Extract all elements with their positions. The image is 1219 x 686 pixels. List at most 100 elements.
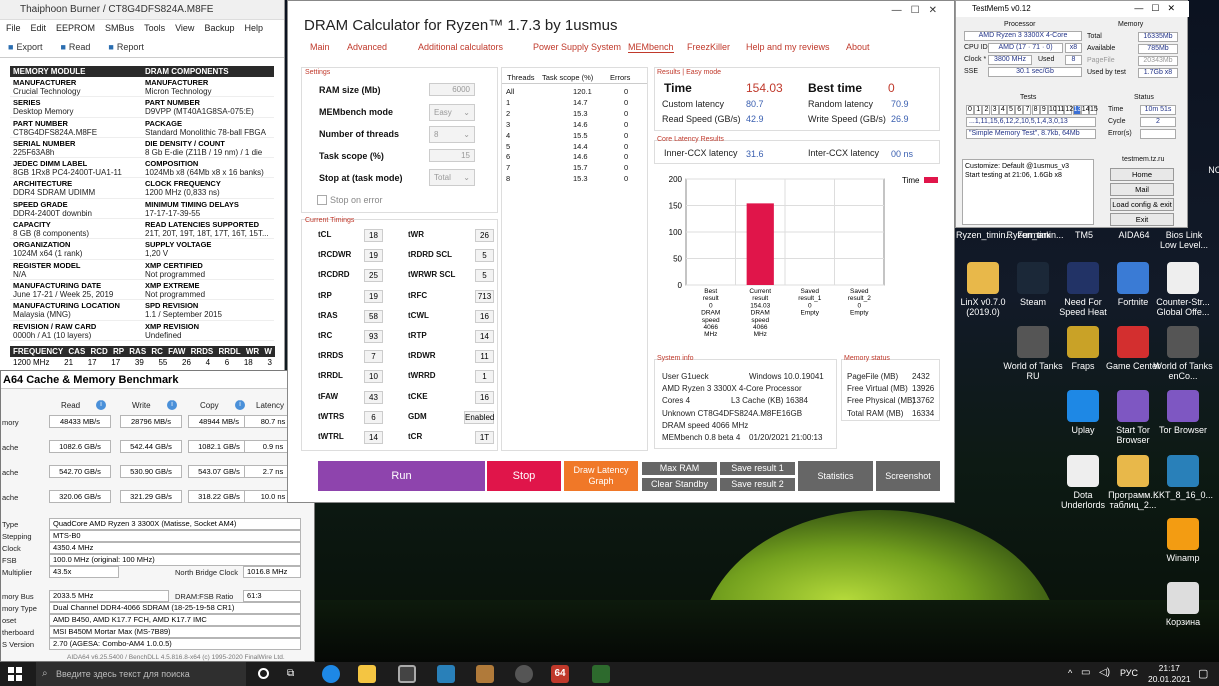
- y-tick-label: 0: [678, 281, 683, 290]
- spd-field-label: SERIAL NUMBER: [13, 138, 76, 148]
- thaiphoon-titlebar[interactable]: Thaiphoon Burner / CT8G4DFS824A.M8FE: [0, 0, 284, 20]
- cpuid-field: AMD (17 · 71 · 0): [988, 43, 1063, 53]
- ram-size-input[interactable]: 6000: [429, 83, 475, 96]
- stop-button[interactable]: Stop: [487, 461, 561, 491]
- network-icon[interactable]: ▭: [1081, 667, 1090, 678]
- aida64-taskbar-icon[interactable]: 64: [551, 665, 569, 683]
- clock[interactable]: 21:17 20.01.2021: [1148, 663, 1191, 685]
- spd-field-label: SERIES: [13, 98, 41, 108]
- freq-value-cell: 17: [111, 358, 121, 367]
- windows-start-icon[interactable]: [8, 667, 22, 681]
- menu-item-backup[interactable]: Backup: [204, 20, 234, 36]
- save-result-2-button[interactable]: Save result 2: [720, 478, 795, 491]
- test-cell: 7: [1023, 105, 1032, 115]
- report-button[interactable]: ■ Report: [108, 36, 143, 57]
- window-controls[interactable]: —☐✕: [1134, 3, 1183, 14]
- menu-item-help[interactable]: Help: [244, 20, 263, 36]
- available-field: 785Mb: [1138, 44, 1178, 54]
- desktop-shortcut[interactable]: Winamp: [1152, 518, 1214, 563]
- desktop-shortcut[interactable]: Корзина: [1152, 582, 1214, 627]
- menu-item-view[interactable]: View: [175, 20, 194, 36]
- read-button[interactable]: ■ Read: [60, 36, 90, 57]
- mode-select[interactable]: Easy ⌄: [429, 104, 475, 121]
- tray-chevron-icon[interactable]: ^: [1068, 668, 1072, 678]
- scope-input[interactable]: 15: [429, 149, 475, 162]
- menu-item-tools[interactable]: Tools: [144, 20, 165, 36]
- max-ram-button[interactable]: Max RAM: [642, 462, 717, 475]
- tab-about[interactable]: About: [846, 42, 870, 52]
- home-button[interactable]: Home: [1110, 168, 1174, 181]
- freq-value-cell: 1200 MHz: [13, 358, 50, 367]
- notifications-icon[interactable]: ▢: [1198, 667, 1208, 680]
- spd-field-value: Desktop Memory: [13, 107, 74, 117]
- thread-scope: 14.6: [573, 119, 588, 129]
- info-icon[interactable]: i: [96, 400, 106, 410]
- save-result-1-button[interactable]: Save result 1: [720, 462, 795, 475]
- window-controls[interactable]: —☐✕: [892, 5, 946, 16]
- timing-value: 16: [475, 309, 494, 323]
- tab-additional-calculators[interactable]: Additional calculators: [418, 42, 503, 52]
- mail-icon[interactable]: [437, 665, 455, 683]
- search-icon: ⌕: [42, 668, 48, 679]
- desktop-shortcut[interactable]: World of Tanks enCo...: [1152, 326, 1214, 381]
- menu-item-smbus[interactable]: SMBus: [105, 20, 134, 36]
- folder-icon: [967, 262, 999, 294]
- stop-at-select[interactable]: Total ⌄: [429, 169, 475, 186]
- desktop-shortcut[interactable]: KKT_8_16_0...: [1152, 455, 1214, 500]
- info-icon[interactable]: i: [235, 400, 245, 410]
- exit-button[interactable]: Exit: [1110, 213, 1174, 226]
- thread-id: 7: [506, 163, 511, 173]
- spd-field-label: SUPPLY VOLTAGE: [145, 240, 212, 250]
- inner-ccx-value: 31.6: [746, 149, 764, 159]
- load-config-exit-button[interactable]: Load config & exit: [1110, 198, 1174, 211]
- tab-main[interactable]: Main: [310, 42, 330, 52]
- tab-advanced[interactable]: Advanced: [347, 42, 387, 52]
- freq-header-cell: RRDL: [218, 347, 241, 356]
- clear-standby-button[interactable]: Clear Standby: [642, 478, 717, 491]
- tab-power-supply-system[interactable]: Power Supply System: [533, 42, 621, 52]
- thaiphoon-taskbar-icon[interactable]: [476, 665, 494, 683]
- file-explorer-icon[interactable]: [358, 665, 376, 683]
- read-label: Read: [68, 42, 91, 52]
- taskbar-search-input[interactable]: ⌕ Введите здесь текст для поиска: [36, 662, 246, 686]
- cortana-icon[interactable]: [258, 668, 269, 679]
- log-area[interactable]: Customize: Default @1usmus_v3 Start test…: [962, 159, 1094, 225]
- dram-calculator-taskbar-icon[interactable]: [515, 665, 533, 683]
- testmem-taskbar-icon[interactable]: [592, 665, 610, 683]
- desktop-shortcut[interactable]: Counter-Str... Global Offe...: [1152, 262, 1214, 317]
- timing-label: tRDRD SCL: [408, 250, 452, 260]
- tab-freezkiller[interactable]: FreezKiller: [687, 42, 730, 52]
- aida-copy-value: 1082.1 GB/s: [188, 440, 250, 453]
- freq-value-cell: 26: [182, 358, 191, 367]
- spd-field-label: REGISTER MODEL: [13, 260, 81, 270]
- threads-select[interactable]: 8 ⌄: [429, 126, 475, 143]
- menu-item-eeprom[interactable]: EEPROM: [56, 20, 95, 36]
- desktop-partial-label: NCH: [1208, 165, 1219, 175]
- edge-icon[interactable]: [322, 665, 340, 683]
- tab-membench[interactable]: MEMbench: [628, 42, 674, 53]
- volume-icon[interactable]: ◁): [1099, 667, 1110, 678]
- draw-latency-graph-button[interactable]: Draw Latency Graph: [564, 461, 638, 491]
- desktop-shortcut[interactable]: Tor Browser: [1152, 390, 1214, 435]
- status-label: Status: [1134, 94, 1154, 101]
- tab-help-and-my-reviews[interactable]: Help and my reviews: [746, 42, 830, 52]
- spd-field-value: DDR4-2400T downbin: [13, 208, 93, 218]
- spd-field: SERIAL NUMBER 225F63A8h: [10, 138, 142, 159]
- task-view-icon[interactable]: ⧉: [287, 668, 294, 679]
- run-button[interactable]: Run: [318, 461, 485, 491]
- statistics-button[interactable]: Statistics: [798, 461, 873, 491]
- stop-on-error-checkbox[interactable]: [317, 195, 327, 205]
- export-button[interactable]: ■ Export: [8, 36, 42, 57]
- menu-item-edit[interactable]: Edit: [31, 20, 47, 36]
- language-indicator[interactable]: РУС: [1120, 668, 1138, 678]
- info-icon[interactable]: i: [167, 400, 177, 410]
- y-tick-label: 100: [669, 228, 683, 237]
- store-icon[interactable]: [398, 665, 416, 683]
- thread-errors: 0: [624, 163, 629, 173]
- spd-field-label: CLOCK FREQUENCY: [145, 179, 221, 189]
- timing-label: tWRRD: [408, 371, 436, 381]
- mail-button[interactable]: Mail: [1110, 183, 1174, 196]
- screenshot-button[interactable]: Screenshot: [876, 461, 940, 491]
- spd-field-label: ORGANIZATION: [13, 240, 71, 250]
- menu-item-file[interactable]: File: [6, 20, 21, 36]
